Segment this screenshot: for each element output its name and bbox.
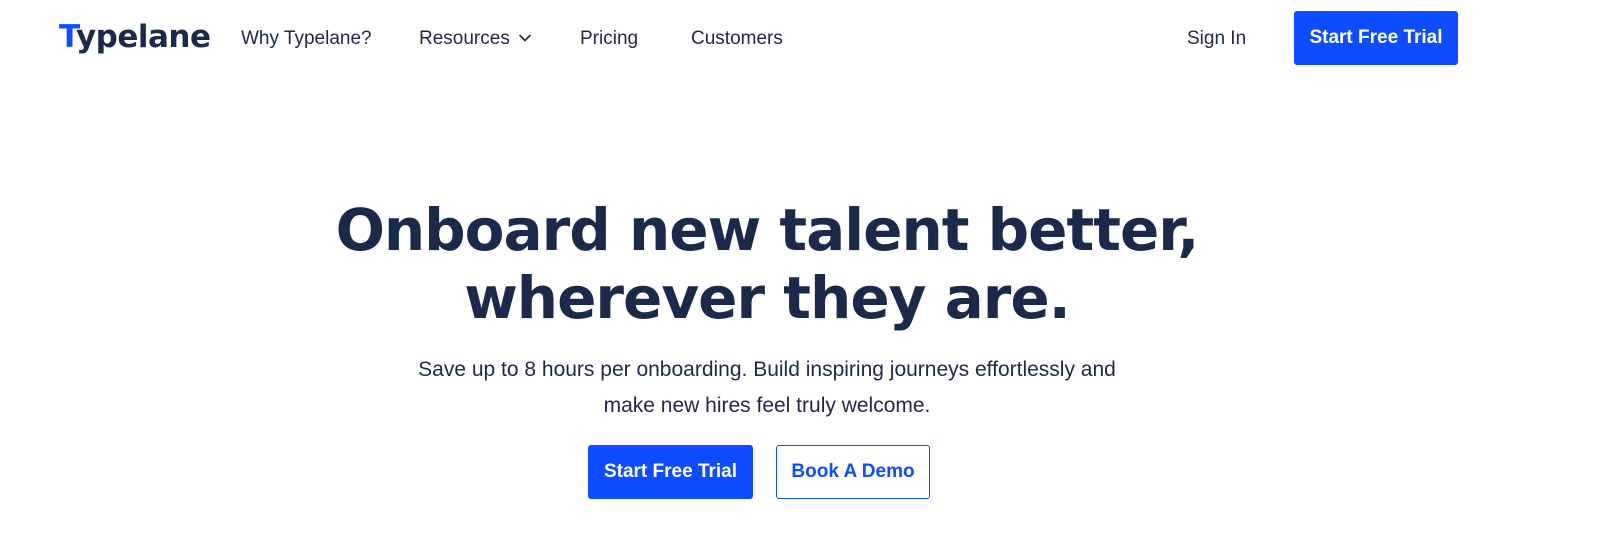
- chevron-down-icon: [519, 34, 531, 42]
- sign-in-link[interactable]: Sign In: [1187, 27, 1246, 51]
- nav-customers[interactable]: Customers: [691, 27, 783, 51]
- logo-accent-letter: T: [59, 19, 76, 55]
- nav-resources-label: Resources: [419, 28, 510, 49]
- hero-heading-line1: Onboard new talent better,: [335, 196, 1200, 264]
- hero-heading: Onboard new talent better, wherever they…: [0, 196, 1534, 334]
- book-demo-button[interactable]: Book A Demo: [776, 445, 930, 499]
- hero-subtitle-line2: make new hires feel truly welcome.: [603, 394, 931, 417]
- typelane-logo[interactable]: Typelane: [59, 18, 211, 56]
- nav-start-free-trial-button[interactable]: Start Free Trial: [1294, 11, 1458, 65]
- hero-subtitle: Save up to 8 hours per onboarding. Build…: [0, 352, 1534, 424]
- hero-heading-line2-wrap: wherever they are.: [464, 264, 1071, 334]
- top-navigation: Typelane Why Typelane? Resources Pricing…: [0, 0, 1600, 78]
- nav-pricing[interactable]: Pricing: [580, 27, 638, 51]
- landing-page: Typelane Why Typelane? Resources Pricing…: [0, 0, 1600, 554]
- hero-start-free-trial-button[interactable]: Start Free Trial: [588, 445, 753, 499]
- hero-heading-line2: wherever they are.: [464, 264, 1071, 332]
- nav-resources[interactable]: Resources: [419, 27, 532, 51]
- logo-text: ypelane: [75, 19, 211, 55]
- hero-subtitle-line1: Save up to 8 hours per onboarding. Build…: [418, 358, 1116, 381]
- nav-why-typelane[interactable]: Why Typelane?: [241, 27, 372, 51]
